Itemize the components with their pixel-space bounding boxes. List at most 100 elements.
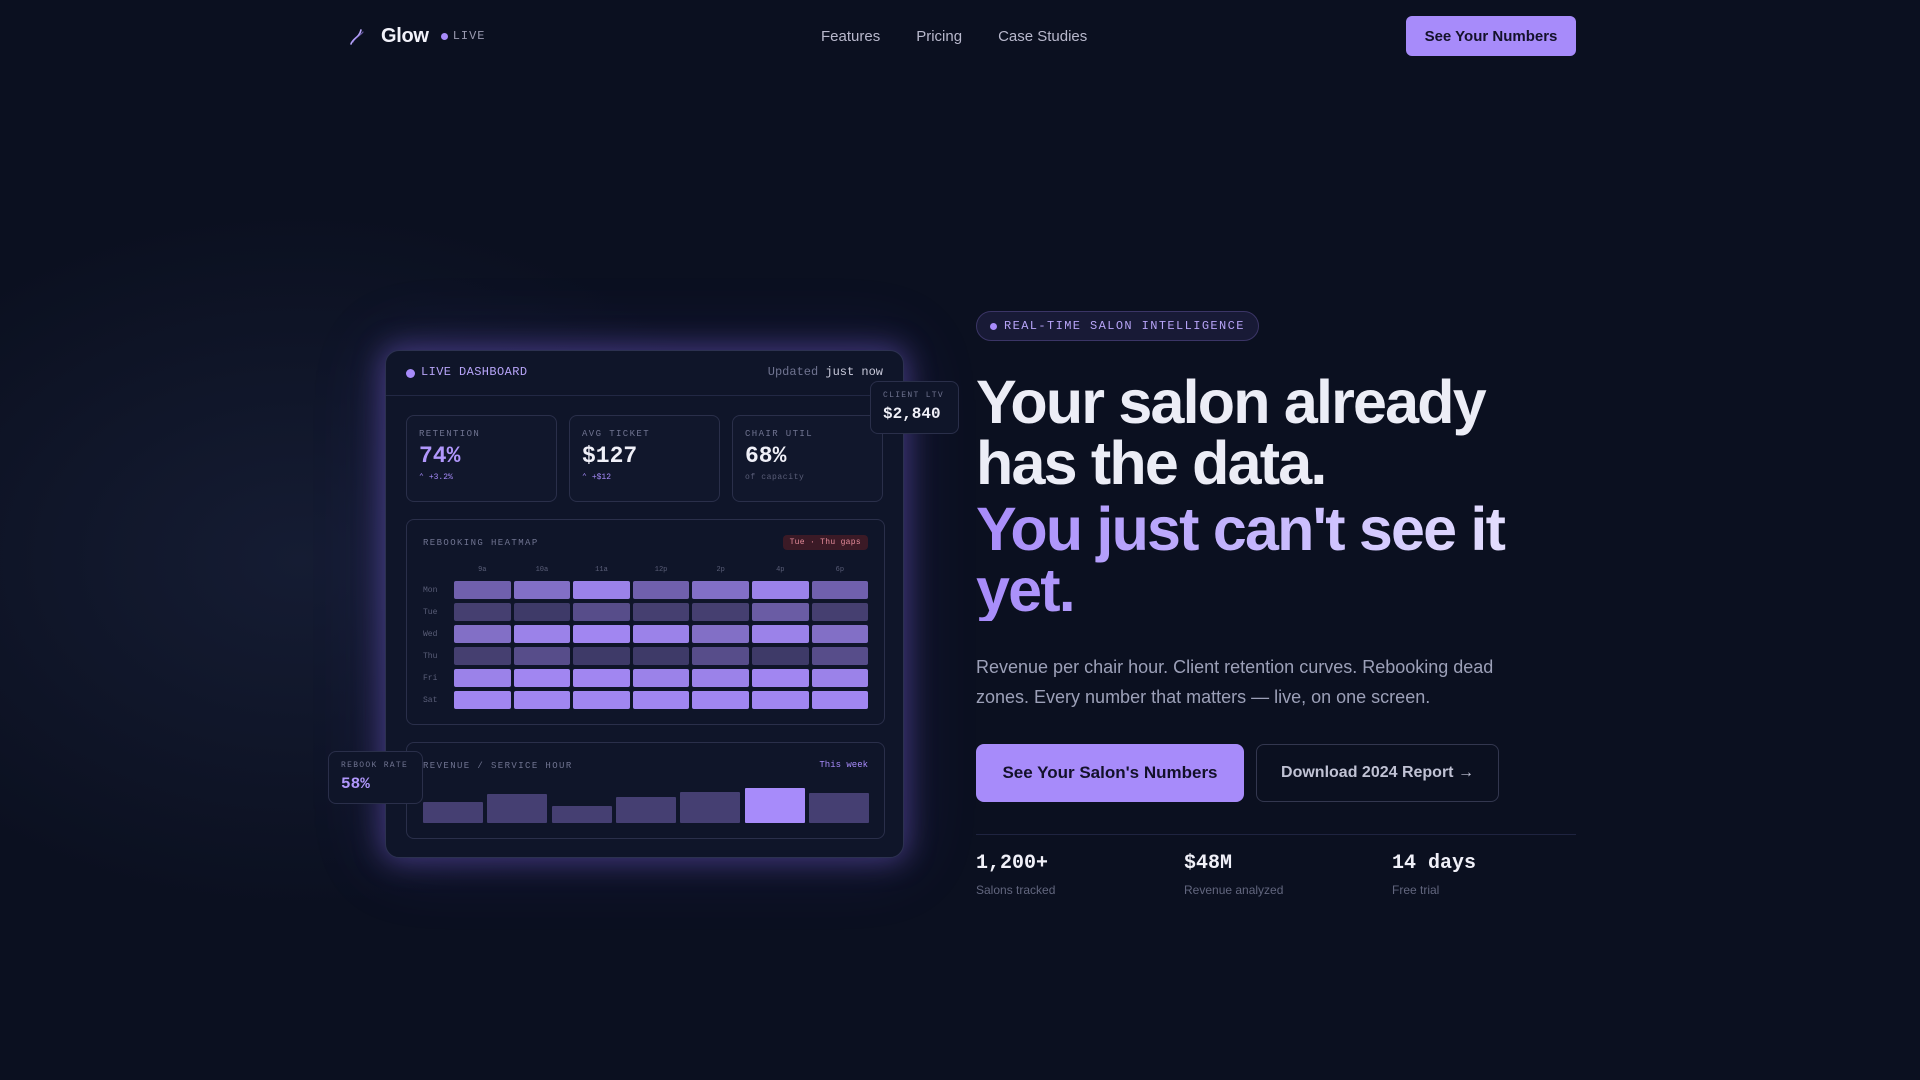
heatmap-row: Tue: [423, 603, 871, 621]
heatmap-column-label: 11a: [595, 566, 608, 574]
hero-stats: 1,200+ Salons tracked $48M Revenue analy…: [976, 852, 1600, 897]
heatmap-cell[interactable]: [454, 669, 511, 687]
kpi-label: CHAIR UTIL: [745, 429, 814, 439]
heatmap-column-label: 6p: [835, 566, 845, 574]
nav-link-pricing[interactable]: Pricing: [916, 28, 962, 45]
heatmap-cell[interactable]: [692, 669, 749, 687]
revenue-bar[interactable]: [680, 792, 741, 823]
heatmap-cell[interactable]: [513, 581, 571, 599]
heatmap-cell[interactable]: [692, 691, 749, 709]
heatmap-cell[interactable]: [454, 647, 511, 665]
heatmap-column-label: 2p: [716, 566, 725, 574]
heatmap-cell[interactable]: [573, 669, 630, 687]
heatmap-cell[interactable]: [632, 691, 690, 709]
heatmap-cell[interactable]: [573, 581, 630, 599]
heatmap-grid: Mon Tue Wed Thu Fri Sat: [423, 581, 871, 713]
headline-accent-line-2: yet.: [976, 556, 1074, 624]
heatmap-cell[interactable]: [811, 691, 869, 709]
kpi-delta-value: +$12: [591, 472, 612, 482]
heatmap-cell[interactable]: [454, 603, 511, 621]
heatmap-cell[interactable]: [513, 603, 571, 621]
heatmap-title: REBOOKING HEATMAP: [423, 538, 539, 548]
client-ltv-card: CLIENT LTV $2,840: [870, 381, 959, 434]
heatmap-cell[interactable]: [573, 647, 630, 665]
stat-revenue: $48M Revenue analyzed: [1184, 852, 1392, 897]
heatmap-cell[interactable]: [692, 581, 749, 599]
heatmap-cell[interactable]: [811, 625, 869, 643]
revenue-bar[interactable]: [551, 806, 612, 823]
heatmap-cell[interactable]: [513, 647, 571, 665]
brand-logo[interactable]: Glow LIVE: [345, 24, 486, 48]
heatmap-cell[interactable]: [632, 625, 690, 643]
heatmap-day-label: Fri: [423, 673, 438, 683]
kpi-delta: ⌃ +$12: [582, 472, 707, 483]
revenue-bars: [423, 783, 869, 823]
revenue-bar[interactable]: [423, 802, 483, 823]
heatmap-cell[interactable]: [811, 647, 869, 665]
heatmap-cell[interactable]: [454, 691, 511, 709]
heatmap-cell[interactable]: [632, 603, 690, 621]
heatmap-cell[interactable]: [811, 603, 869, 621]
live-dot-icon: [406, 369, 415, 378]
heatmap-cell[interactable]: [454, 581, 511, 599]
see-salon-numbers-button[interactable]: See Your Salon's Numbers: [976, 744, 1244, 802]
live-status-dot-icon: [440, 32, 448, 40]
heatmap-column-label: 10a: [535, 566, 549, 574]
kpi-label: RETENTION: [419, 429, 481, 439]
stat-salons: 1,200+ Salons tracked: [976, 852, 1184, 897]
see-your-numbers-button[interactable]: See Your Numbers: [1406, 16, 1576, 56]
heatmap-cell[interactable]: [573, 691, 630, 709]
revenue-period-toggle[interactable]: This week: [819, 760, 868, 770]
heatmap-cell[interactable]: [692, 625, 749, 643]
badge-dot-icon: [990, 322, 997, 330]
heatmap-cell[interactable]: [811, 581, 869, 599]
heatmap-cell[interactable]: [751, 581, 809, 599]
heatmap-cell[interactable]: [513, 691, 571, 709]
kpi-delta: ⌃ +3.2%: [419, 472, 544, 483]
heatmap-cell[interactable]: [751, 603, 809, 621]
stat-value: $48M: [1184, 852, 1233, 875]
kpi-delta-value: +3.2%: [428, 472, 453, 482]
revenue-bar[interactable]: [808, 793, 869, 823]
heatmap-day-label: Wed: [423, 629, 438, 639]
rebook-rate-value: 58%: [341, 775, 370, 793]
heatmap-day-label: Thu: [423, 651, 438, 661]
heatmap-row: Thu: [423, 647, 871, 665]
stat-value: 1,200+: [976, 852, 1049, 875]
top-nav: Glow LIVE Features Pricing Case Studies …: [345, 16, 1576, 56]
heatmap-day-label: Sat: [423, 695, 438, 705]
heatmap-cell[interactable]: [751, 647, 809, 665]
heatmap-cell[interactable]: [573, 603, 630, 621]
heatmap-cell[interactable]: [632, 669, 690, 687]
hero-badge: REAL-TIME SALON INTELLIGENCE: [976, 311, 1259, 341]
stat-label: Free trial: [1392, 883, 1440, 897]
heatmap-column-label: 9a: [478, 566, 487, 574]
heatmap-cell[interactable]: [751, 669, 809, 687]
heatmap-cell[interactable]: [454, 625, 511, 643]
heatmap-cell[interactable]: [751, 625, 809, 643]
revenue-bar[interactable]: [744, 788, 805, 823]
kpi-value: 74%: [419, 443, 461, 469]
stats-divider: [976, 834, 1576, 835]
revenue-bar[interactable]: [615, 797, 676, 823]
revenue-bar[interactable]: [487, 794, 548, 823]
kpi-avg-ticket: AVG TICKET $127 ⌃ +$12: [569, 415, 720, 502]
heatmap-cell[interactable]: [632, 581, 690, 599]
heatmap-cell[interactable]: [692, 603, 749, 621]
headline-line-1: Your salon already: [976, 368, 1487, 436]
heatmap-column-label: 4p: [776, 566, 785, 574]
headline-accent-line-1: You just can't see it: [976, 495, 1505, 563]
nav-link-case-studies[interactable]: Case Studies: [998, 28, 1087, 45]
heatmap-cell[interactable]: [811, 669, 869, 687]
heatmap-cell[interactable]: [751, 691, 809, 709]
revenue-per-hour-chart: REVENUE / SERVICE HOUR This week: [406, 742, 885, 839]
heatmap-cell[interactable]: [632, 647, 690, 665]
live-status-label: LIVE: [452, 29, 486, 43]
heatmap-cell[interactable]: [513, 625, 571, 643]
download-report-button[interactable]: Download 2024 Report →: [1256, 744, 1499, 802]
heatmap-cell[interactable]: [573, 625, 630, 643]
heatmap-cell[interactable]: [513, 669, 571, 687]
heatmap-cell[interactable]: [692, 647, 749, 665]
nav-link-features[interactable]: Features: [821, 28, 880, 45]
live-dashboard-card: LIVE DASHBOARD Updated just now RETENTIO…: [385, 350, 904, 858]
